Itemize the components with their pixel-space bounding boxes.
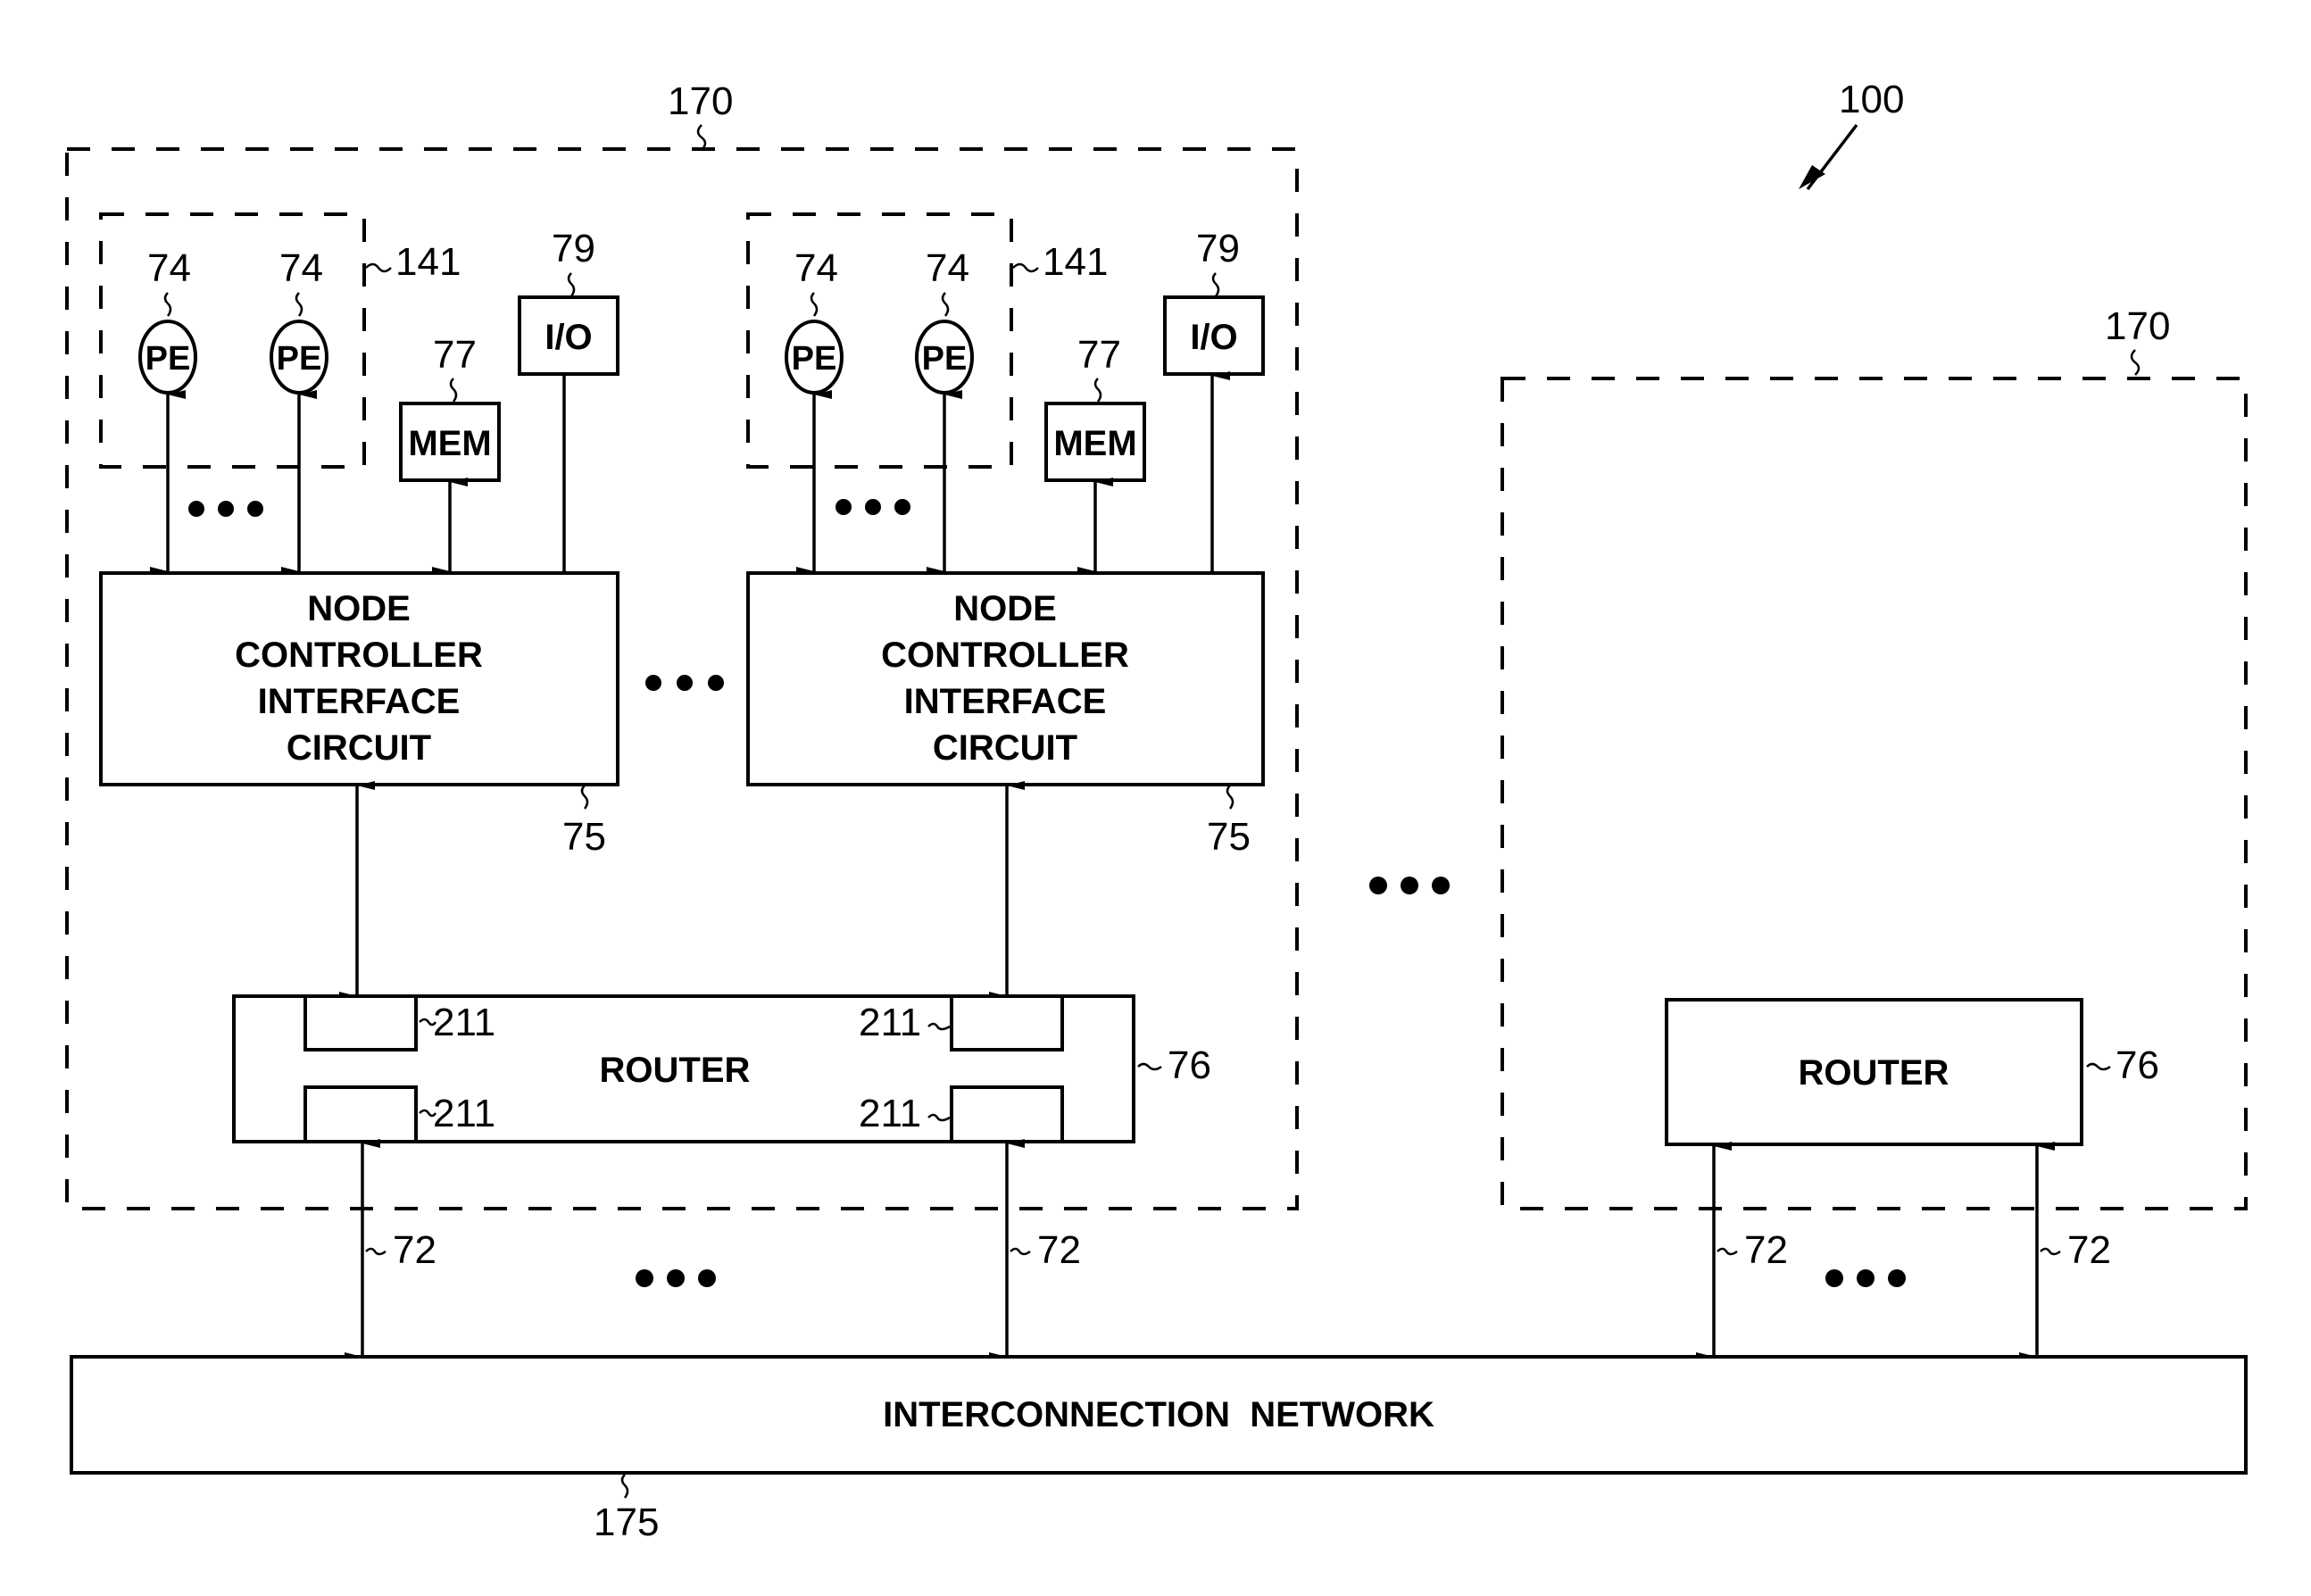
system-ref-label: 100 (1839, 78, 1904, 121)
mem-ref-label: 77 (1077, 333, 1121, 377)
router-label: ROUTER (600, 1051, 751, 1090)
leader-squiggle (2040, 1247, 2061, 1256)
leader-squiggle (1137, 1062, 1162, 1071)
leader-squiggle (1093, 378, 1102, 403)
mem-ref-label: 77 (433, 333, 477, 377)
pe-label: PE (145, 340, 191, 378)
pe-group-ref-label: 141 (1043, 240, 1108, 284)
leader-squiggle (1717, 1247, 1738, 1256)
mem-label: MEM (1053, 424, 1136, 463)
network-ref-label: 175 (594, 1500, 659, 1544)
pe-label: PE (922, 340, 968, 378)
controller-line-2: CONTROLLER (235, 636, 483, 675)
controller-line-1: NODE (307, 589, 411, 628)
io-ref-label: 79 (552, 227, 595, 270)
port-ref-label: 211 (433, 1001, 495, 1044)
link-ellipsis (1825, 1269, 1906, 1287)
leader-squiggle (2086, 1062, 2111, 1071)
router-label: ROUTER (1799, 1053, 1949, 1093)
leader-squiggle (1012, 262, 1039, 273)
controller-line-4: CIRCUIT (287, 728, 431, 768)
pe-label: PE (277, 340, 322, 378)
link-ref-label: 72 (2067, 1228, 2111, 1272)
link-ref-label: 72 (1037, 1228, 1081, 1272)
controller-ref-label: 75 (562, 815, 606, 859)
pe-ellipsis (835, 499, 910, 515)
link-ref-label: 72 (1744, 1228, 1788, 1272)
router-port (950, 994, 1064, 1052)
leader-squiggle (1010, 1247, 1031, 1256)
leader-squiggle (696, 124, 707, 151)
pe-ellipsis (188, 501, 263, 517)
leader-squiggle (620, 1474, 629, 1499)
node-group-ref-label: 170 (668, 79, 733, 123)
multiprocessor-system-diagram: 100 170 141 74 PE 74 PE 77 MEM 79 I/O NO… (65, 78, 2248, 1544)
node-a: 141 74 PE 74 PE 77 MEM 79 I/O NODE CONTR… (99, 212, 619, 1001)
leader-squiggle (1226, 785, 1234, 810)
leader-squiggle (365, 262, 392, 273)
leader-squiggle (1211, 272, 1220, 297)
controller-ref-label: 75 (1207, 815, 1251, 859)
leader-squiggle (810, 292, 819, 317)
mem-label: MEM (408, 424, 491, 463)
router-port (303, 1085, 418, 1143)
network-links: 72 72 72 72 (345, 1139, 2111, 1361)
port-ref-label: 211 (859, 1001, 921, 1044)
group-ellipsis (1369, 877, 1450, 894)
port-ref-label: 211 (433, 1092, 495, 1135)
node-group-main: 170 141 74 PE 74 PE 77 MEM 79 I/O NODE C… (65, 79, 1299, 1210)
controller-line-3: INTERFACE (904, 682, 1107, 721)
pe-ref-label: 74 (926, 246, 969, 290)
leader-squiggle (365, 1247, 387, 1256)
leader-squiggle (449, 378, 458, 403)
pe-group-boundary (746, 212, 1013, 469)
pe-ref-label: 74 (279, 246, 323, 290)
link-ellipsis (636, 1269, 716, 1287)
leader-squiggle (295, 292, 303, 317)
io-label: I/O (544, 318, 592, 357)
link-ref-label: 72 (393, 1228, 436, 1272)
router-port (950, 1085, 1064, 1143)
controller-line-3: INTERFACE (258, 682, 461, 721)
leader-squiggle (163, 292, 172, 317)
pe-group-ref-label: 141 (395, 240, 461, 284)
router-ref-label: 76 (1168, 1043, 1211, 1087)
interconnection-network: INTERCONNECTION NETWORK 175 (70, 1355, 2248, 1544)
leader-squiggle (941, 292, 950, 317)
pe-label: PE (792, 340, 837, 378)
node-b: 141 74 PE 74 PE 77 MEM 79 I/O NODE CONTR… (746, 212, 1265, 1001)
node-group-remote: 170 ROUTER 76 (1500, 304, 2248, 1210)
system-reference: 100 (1799, 78, 1904, 191)
pe-ref-label: 74 (147, 246, 191, 290)
router-port (303, 994, 418, 1052)
network-label: INTERCONNECTION NETWORK (883, 1395, 1434, 1434)
pe-ref-label: 74 (794, 246, 838, 290)
node-ellipsis (645, 675, 724, 691)
leader-squiggle (567, 272, 576, 297)
controller-line-4: CIRCUIT (933, 728, 1077, 768)
controller-line-1: NODE (953, 589, 1057, 628)
controller-line-2: CONTROLLER (881, 636, 1129, 675)
router-ref-label: 76 (2116, 1043, 2159, 1087)
io-label: I/O (1190, 318, 1237, 357)
leader-squiggle (580, 785, 589, 810)
port-ref-label: 211 (859, 1092, 921, 1135)
node-group-ref-label: 170 (2105, 304, 2170, 348)
io-ref-label: 79 (1196, 227, 1240, 270)
router-main: ROUTER 211 211 211 211 76 (232, 994, 1211, 1143)
leader-squiggle (2130, 349, 2141, 376)
